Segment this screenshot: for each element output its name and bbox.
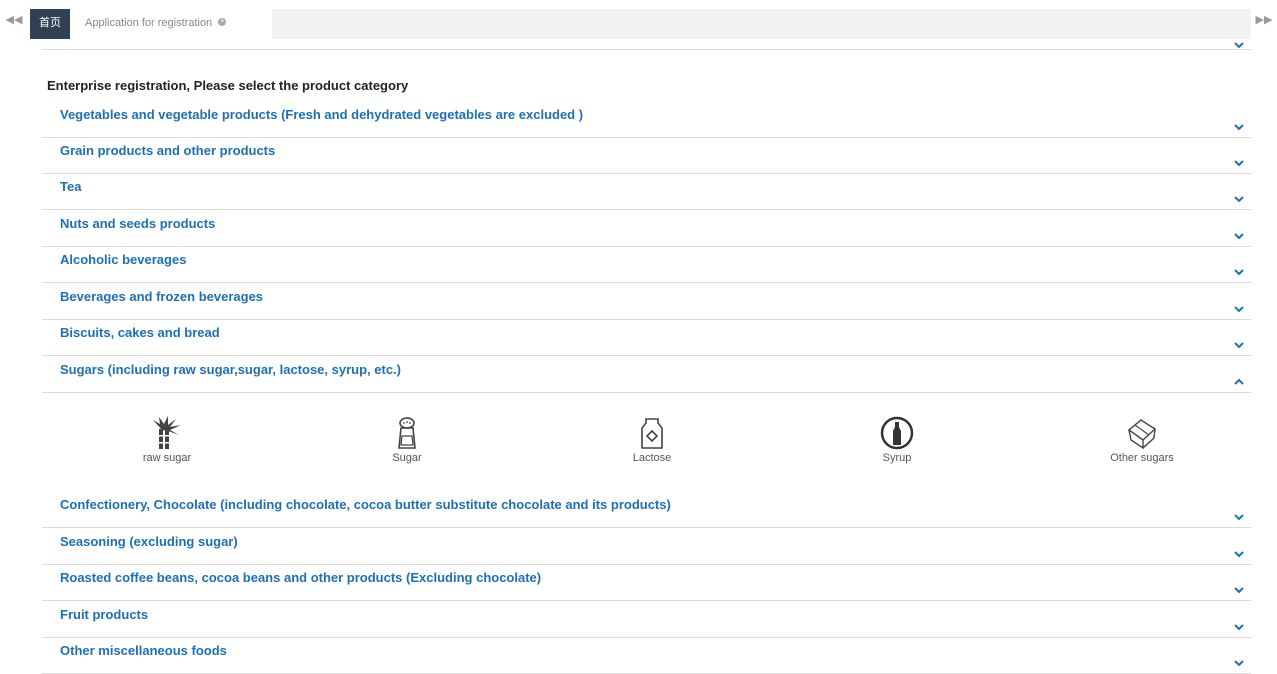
category-title[interactable]: Other miscellaneous foods — [60, 643, 227, 658]
sugar-cube-icon — [1125, 416, 1159, 450]
category-title[interactable]: Grain products and other products — [60, 143, 275, 158]
divider — [42, 49, 1251, 50]
sugar-option-label: Sugar — [392, 452, 422, 464]
tab-strip: 首页 Application for registration × — [30, 9, 1251, 39]
tab-label: Application for registration — [85, 17, 213, 29]
category-title[interactable]: Vegetables and vegetable products (Fresh… — [60, 107, 583, 122]
category-beverages[interactable]: Beverages and frozen beverages — [42, 284, 1251, 320]
divider — [42, 282, 1251, 283]
divider — [42, 392, 1251, 393]
chevron-down-icon[interactable] — [1233, 585, 1245, 595]
category-title[interactable]: Seasoning (excluding sugar) — [60, 534, 238, 549]
category-confectionery[interactable]: Confectionery, Chocolate (including choc… — [42, 492, 1251, 528]
category-title[interactable]: Biscuits, cakes and bread — [60, 325, 220, 340]
category-alcoholic[interactable]: Alcoholic beverages — [42, 247, 1251, 283]
category-biscuits[interactable]: Biscuits, cakes and bread — [42, 320, 1251, 356]
category-tea[interactable]: Tea — [42, 174, 1251, 210]
chevron-down-icon[interactable] — [1233, 658, 1245, 668]
chevron-down-icon[interactable] — [1233, 40, 1245, 50]
chevron-down-icon[interactable] — [1233, 194, 1245, 204]
sugar-option-label: Other sugars — [1110, 452, 1174, 464]
milk-carton-icon — [635, 416, 669, 450]
sugar-option-raw-sugar[interactable]: raw sugar — [112, 416, 222, 464]
close-icon[interactable]: × — [218, 18, 227, 27]
category-title[interactable]: Fruit products — [60, 607, 148, 622]
syrup-bottle-icon — [880, 416, 914, 450]
sugarcane-icon — [150, 416, 184, 450]
tab-bar: ◀◀ 首页 Application for registration × ▶▶ — [0, 0, 1277, 40]
chevron-down-icon[interactable] — [1233, 122, 1245, 132]
category-fruit[interactable]: Fruit products — [42, 602, 1251, 638]
chevron-down-icon[interactable] — [1233, 340, 1245, 350]
chevron-down-icon[interactable] — [1233, 549, 1245, 559]
category-coffee[interactable]: Roasted coffee beans, cocoa beans and ot… — [42, 565, 1251, 601]
category-seasoning[interactable]: Seasoning (excluding sugar) — [42, 529, 1251, 565]
sugar-option-other-sugars[interactable]: Other sugars — [1087, 416, 1197, 464]
chevron-down-icon[interactable] — [1233, 158, 1245, 168]
chevron-up-icon[interactable] — [1233, 377, 1245, 387]
category-misc[interactable]: Other miscellaneous foods — [42, 638, 1251, 674]
scroll-tabs-right-icon[interactable]: ▶▶ — [1254, 10, 1274, 30]
chevron-down-icon[interactable] — [1233, 267, 1245, 277]
tab-home[interactable]: 首页 — [30, 9, 70, 39]
sugar-option-label: Lactose — [632, 452, 672, 464]
chevron-down-icon[interactable] — [1233, 512, 1245, 522]
category-title[interactable]: Alcoholic beverages — [60, 252, 186, 267]
chevron-down-icon[interactable] — [1233, 304, 1245, 314]
category-title[interactable]: Nuts and seeds products — [60, 216, 215, 231]
category-vegetables[interactable]: Vegetables and vegetable products (Fresh… — [42, 102, 1251, 138]
category-title[interactable]: Confectionery, Chocolate (including choc… — [60, 497, 671, 512]
category-title[interactable]: Tea — [60, 179, 81, 194]
category-sugars[interactable]: Sugars (including raw sugar,sugar, lacto… — [42, 357, 1251, 393]
category-title[interactable]: Roasted coffee beans, cocoa beans and ot… — [60, 570, 541, 585]
category-title[interactable]: Beverages and frozen beverages — [60, 289, 263, 304]
sugar-option-sugar[interactable]: Sugar — [352, 416, 462, 464]
divider — [42, 600, 1251, 601]
sugar-option-label: Syrup — [882, 452, 912, 464]
category-title[interactable]: Sugars (including raw sugar,sugar, lacto… — [60, 362, 401, 377]
divider — [42, 527, 1251, 528]
sugar-option-syrup[interactable]: Syrup — [842, 416, 952, 464]
divider — [42, 355, 1251, 356]
page-heading: Enterprise registration, Please select t… — [47, 78, 409, 93]
chevron-down-icon[interactable] — [1233, 622, 1245, 632]
sugar-option-label: raw sugar — [142, 452, 192, 464]
category-nuts[interactable]: Nuts and seeds products — [42, 211, 1251, 247]
sugar-option-lactose[interactable]: Lactose — [597, 416, 707, 464]
sugar-shaker-icon — [390, 416, 424, 450]
tab-application-for-registration[interactable]: Application for registration × — [70, 9, 272, 39]
chevron-down-icon[interactable] — [1233, 231, 1245, 241]
scroll-tabs-left-icon[interactable]: ◀◀ — [4, 10, 24, 30]
category-grain[interactable]: Grain products and other products — [42, 138, 1251, 174]
divider — [42, 209, 1251, 210]
